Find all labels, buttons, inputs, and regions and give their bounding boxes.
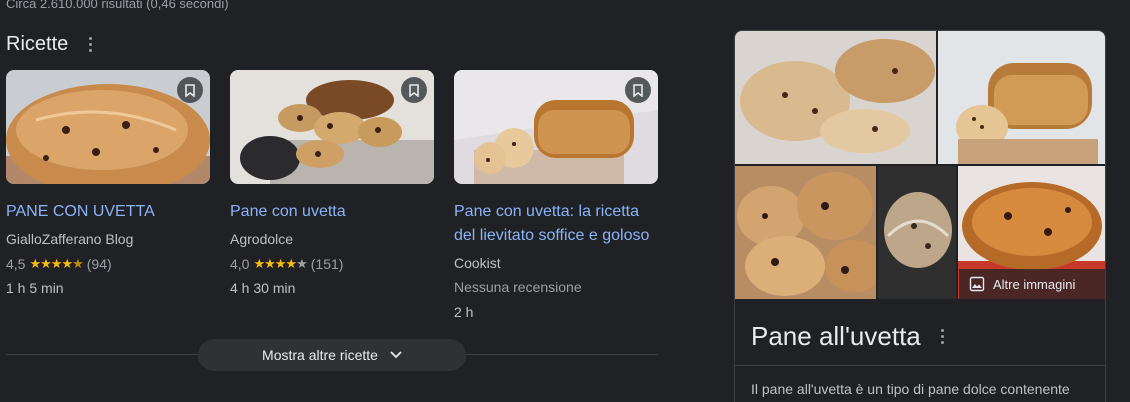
panel-image[interactable] — [938, 31, 1105, 164]
recipe-time: 2 h — [454, 304, 474, 320]
more-options-icon[interactable] — [82, 32, 98, 56]
show-more-recipes-button[interactable]: Mostra altre ricette — [198, 339, 466, 371]
recipe-card[interactable]: Pane con uvetta Agrodolce 4,0 ★★★★★ (151… — [230, 70, 434, 296]
panel-image[interactable]: Altre immagini — [958, 166, 1105, 299]
bookmark-icon[interactable] — [401, 77, 427, 103]
recipe-source: Agrodolce — [230, 231, 294, 247]
recipe-title-link[interactable]: Pane con uvetta: la ricetta del lievitat… — [454, 200, 658, 248]
chevron-down-icon — [390, 351, 402, 359]
knowledge-panel: Altre immagini Pane all'uvetta Il pane a… — [734, 30, 1106, 402]
bookmark-icon[interactable] — [625, 77, 651, 103]
recipe-time: 4 h 30 min — [230, 280, 296, 296]
divider — [735, 365, 1105, 366]
image-icon — [969, 276, 985, 292]
recipe-card[interactable]: PANE CON UVETTA GialloZafferano Blog 4,5… — [6, 70, 210, 296]
panel-image[interactable] — [878, 166, 956, 299]
panel-description: Il pane all'uvetta è un tipo di pane dol… — [751, 381, 1070, 397]
results-stats: Circa 2.610.000 risultati (0,46 secondi) — [6, 0, 229, 11]
recipes-header: Ricette — [6, 32, 98, 56]
recipe-source: GialloZafferano Blog — [6, 231, 134, 247]
bookmark-icon[interactable] — [177, 77, 203, 103]
stars-icon: ★★★★★ — [253, 256, 307, 271]
rating: 4,0 ★★★★★ (151) — [230, 256, 344, 272]
more-options-icon[interactable] — [935, 325, 951, 349]
no-reviews-label: Nessuna recensione — [454, 279, 582, 295]
recipe-title-link[interactable]: PANE CON UVETTA — [6, 200, 210, 224]
recipe-time: 1 h 5 min — [6, 280, 64, 296]
recipe-source: Cookist — [454, 255, 501, 271]
panel-image[interactable] — [735, 31, 936, 164]
panel-title: Pane all'uvetta — [751, 321, 921, 351]
more-images-button[interactable]: Altre immagini — [959, 269, 1105, 299]
section-title: Ricette — [6, 32, 69, 55]
stars-icon: ★★★★★ — [29, 256, 83, 271]
recipe-thumbnail[interactable] — [6, 70, 210, 184]
recipe-title-link[interactable]: Pane con uvetta — [230, 200, 434, 224]
recipe-thumbnail[interactable] — [454, 70, 658, 184]
rating: 4,5 ★★★★★ (94) — [6, 256, 112, 272]
panel-image[interactable] — [735, 166, 876, 299]
recipe-thumbnail[interactable] — [230, 70, 434, 184]
panel-title-row: Pane all'uvetta — [751, 321, 951, 352]
recipe-card[interactable]: Pane con uvetta: la ricetta del lievitat… — [454, 70, 658, 320]
